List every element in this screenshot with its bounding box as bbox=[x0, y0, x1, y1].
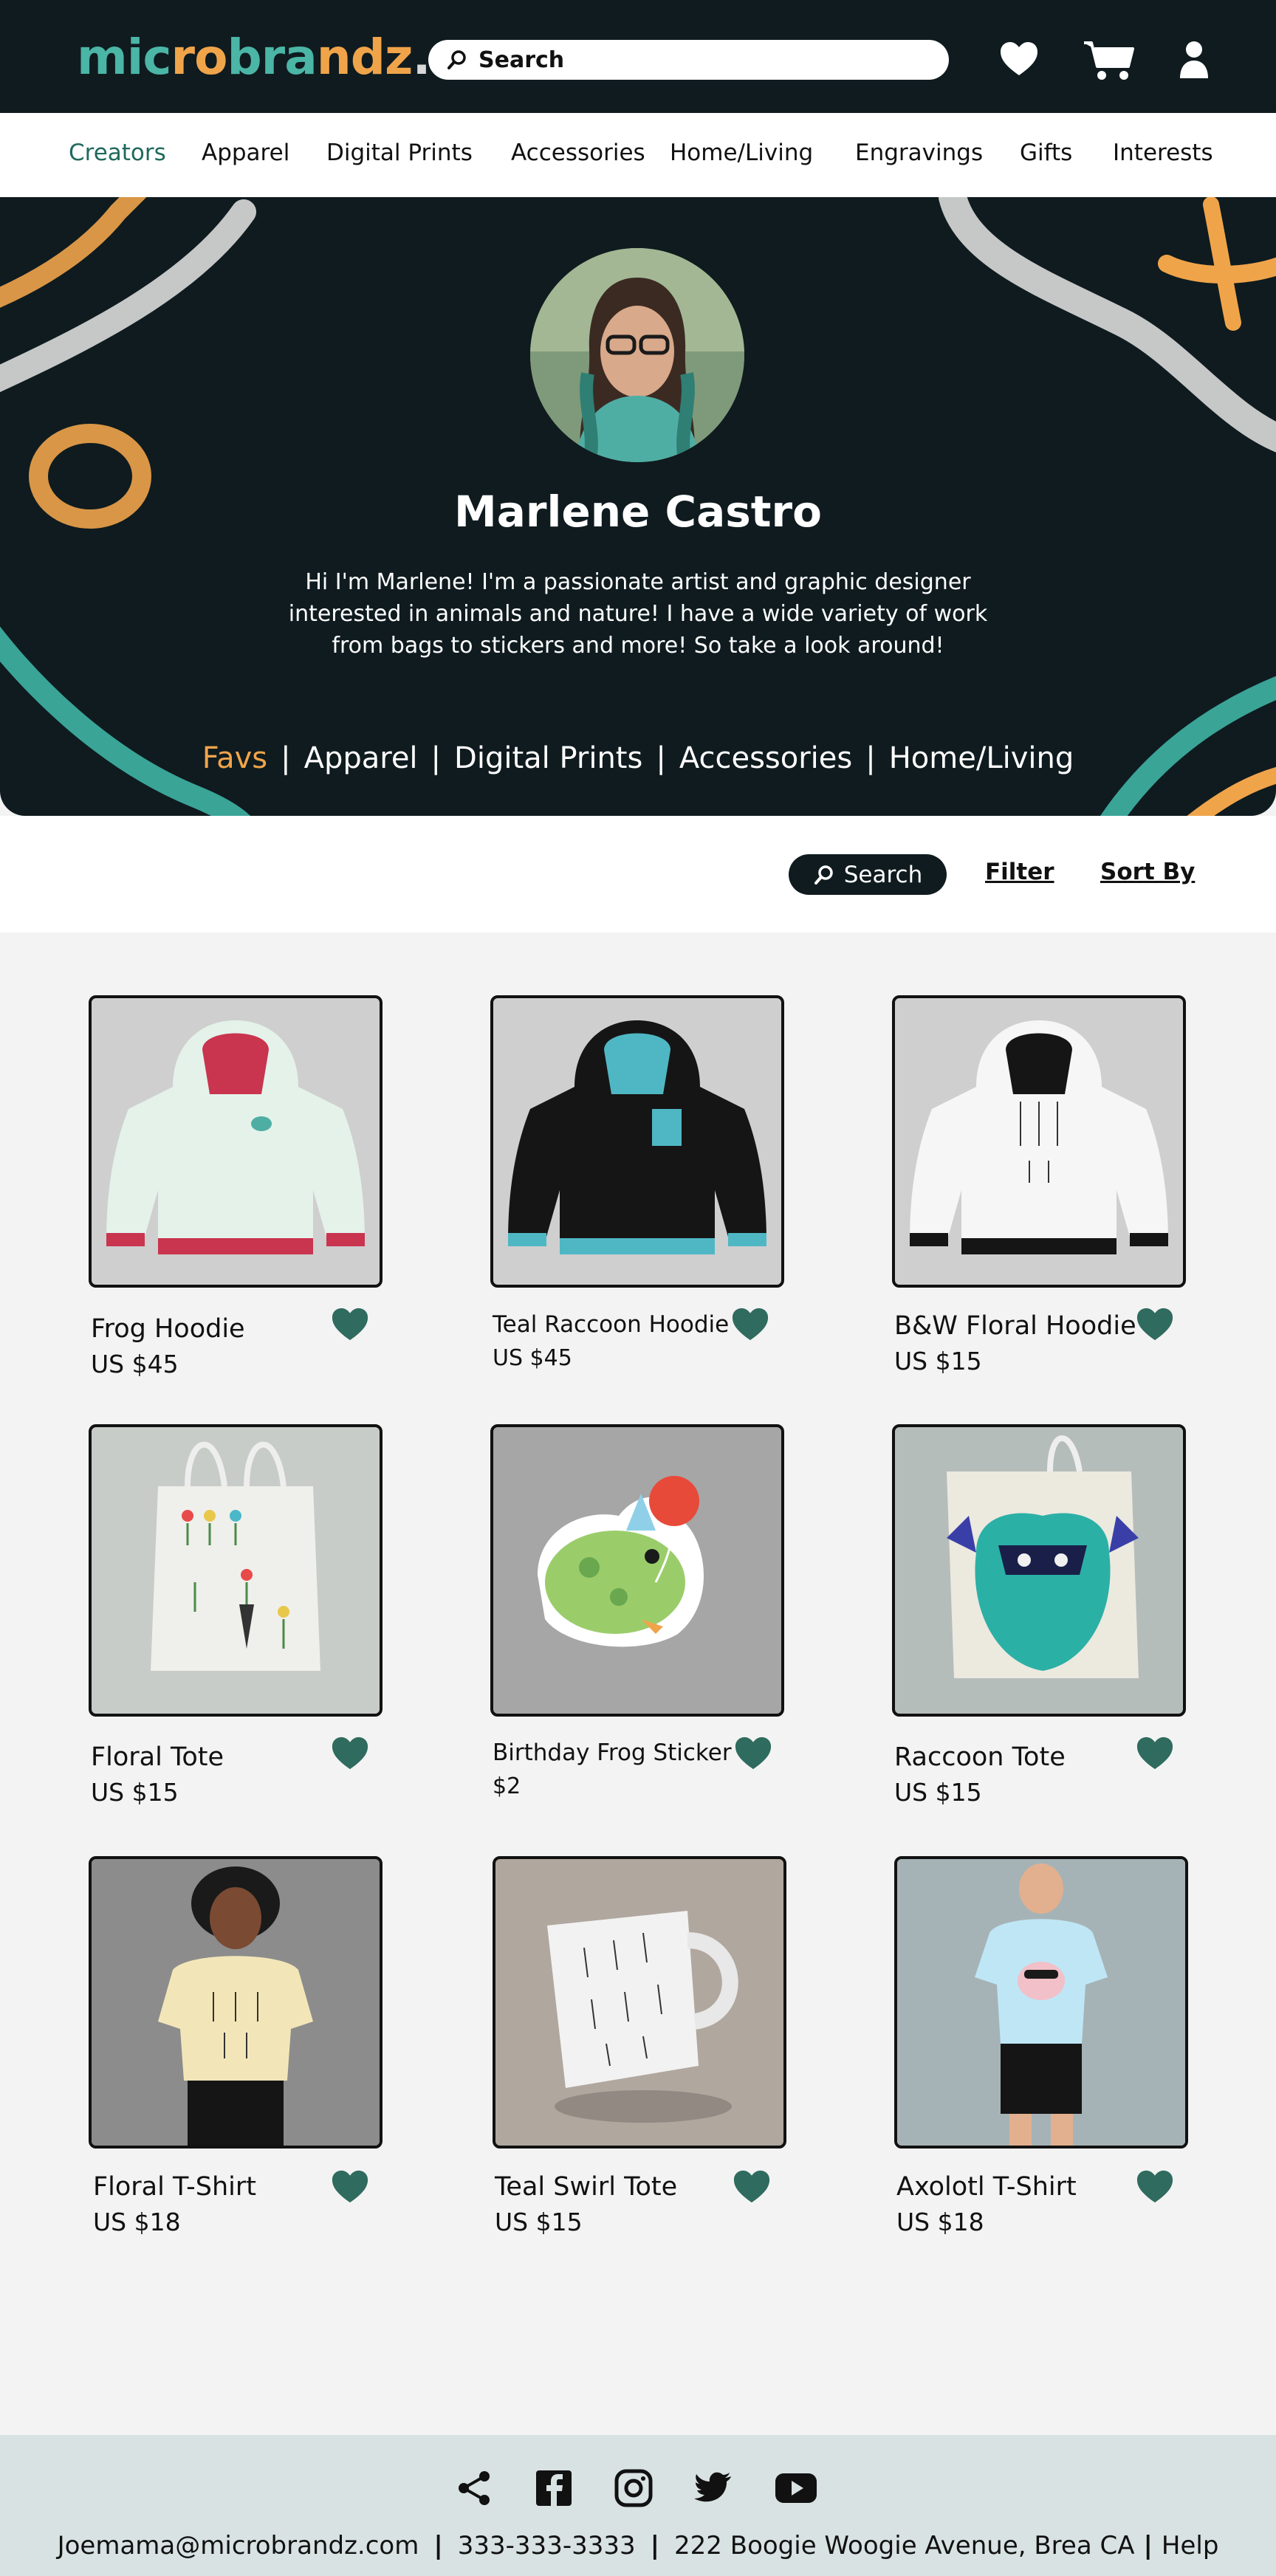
product-price: US $18 bbox=[93, 2208, 181, 2236]
main-nav: Creators Apparel Digital Prints Accessor… bbox=[0, 113, 1276, 197]
search-label: Search bbox=[478, 47, 565, 73]
nav-item-accessories[interactable]: Accessories bbox=[511, 140, 645, 166]
help-link[interactable]: Help bbox=[1162, 2531, 1219, 2560]
nav-item-gifts[interactable]: Gifts bbox=[1020, 140, 1072, 166]
share-icon[interactable] bbox=[455, 2469, 493, 2507]
nav-item-engravings[interactable]: Engravings bbox=[855, 140, 983, 166]
nav-item-home-living[interactable]: Home/Living bbox=[670, 140, 813, 166]
creator-category-tabs: Favs | Apparel | Digital Prints | Accessories |… bbox=[0, 741, 1276, 775]
product-price: US $45 bbox=[493, 1345, 572, 1371]
contact-separator: | bbox=[1143, 2531, 1153, 2560]
product-name[interactable]: Floral Tote bbox=[91, 1742, 224, 1772]
favorite-heart-icon[interactable] bbox=[734, 1736, 772, 1771]
product-name[interactable]: Axolotl T-Shirt bbox=[896, 2172, 1077, 2202]
footer: Joemama@microbrandz.com | 333-333-3333 | 222… bbox=[0, 2435, 1276, 2576]
nav-item-digital-prints[interactable]: Digital Prints bbox=[326, 140, 473, 166]
logo[interactable]: microbrandz. bbox=[77, 28, 431, 87]
search-bar[interactable]: Search bbox=[428, 40, 949, 80]
creator-bio: Hi I'm Marlene! I'm a passionate artist … bbox=[288, 569, 988, 659]
product-price: US $15 bbox=[495, 2208, 583, 2236]
cart-icon[interactable] bbox=[1083, 40, 1136, 81]
contact-info: Joemama@microbrandz.com | 333-333-3333 | 222… bbox=[0, 2531, 1276, 2560]
tab-separator: | bbox=[656, 741, 666, 775]
product-price: US $45 bbox=[91, 1350, 179, 1378]
product-name[interactable]: Floral T-Shirt bbox=[93, 2172, 256, 2202]
nav-item-interests[interactable]: Interests bbox=[1113, 140, 1213, 166]
product-price: US $15 bbox=[894, 1347, 982, 1375]
product-image-teal-raccoon-hoodie[interactable] bbox=[490, 995, 784, 1288]
favorite-heart-icon[interactable] bbox=[731, 1307, 769, 1342]
sort-by-link[interactable]: Sort By bbox=[1100, 859, 1195, 885]
favorite-heart-icon[interactable] bbox=[1136, 1736, 1174, 1771]
contact-address: 222 Boogie Woogie Avenue, Brea CA bbox=[674, 2531, 1135, 2560]
favorite-heart-icon[interactable] bbox=[331, 1736, 369, 1771]
tab-separator: | bbox=[431, 741, 442, 775]
creator-search-button[interactable]: Search bbox=[789, 854, 947, 895]
tab-accessories[interactable]: Accessories bbox=[670, 741, 861, 775]
logo-part: ndz bbox=[316, 29, 414, 86]
favorite-heart-icon[interactable] bbox=[331, 1307, 369, 1342]
product-image-bw-floral-hoodie[interactable] bbox=[892, 995, 1186, 1288]
product-toolbar: Search Filter Sort By bbox=[0, 816, 1276, 932]
product-image-axolotl-tshirt[interactable] bbox=[894, 1856, 1188, 2149]
product-image-floral-tote[interactable] bbox=[89, 1424, 383, 1717]
product-image-floral-tshirt[interactable] bbox=[89, 1856, 383, 2149]
filter-link[interactable]: Filter bbox=[985, 859, 1054, 885]
nav-item-apparel[interactable]: Apparel bbox=[202, 140, 289, 166]
wishlist-heart-icon[interactable] bbox=[998, 40, 1040, 78]
product-name[interactable]: Teal Swirl Tote bbox=[495, 2172, 677, 2202]
product-name[interactable]: Birthday Frog Sticker bbox=[493, 1739, 732, 1766]
instagram-icon[interactable] bbox=[614, 2469, 653, 2507]
top-bar: microbrandz. Search bbox=[0, 0, 1276, 113]
favorite-heart-icon[interactable] bbox=[1136, 1307, 1174, 1342]
product-image-birthday-frog-sticker[interactable] bbox=[490, 1424, 784, 1717]
product-image-teal-swirl-tote[interactable] bbox=[493, 1856, 786, 2149]
contact-separator: | bbox=[650, 2531, 660, 2560]
logo-part: ro bbox=[171, 29, 228, 86]
search-icon bbox=[447, 50, 466, 69]
tab-digital-prints[interactable]: Digital Prints bbox=[445, 741, 651, 775]
tab-separator: | bbox=[281, 741, 291, 775]
product-image-frog-hoodie[interactable] bbox=[89, 995, 383, 1288]
contact-email[interactable]: Joemama@microbrandz.com bbox=[58, 2531, 419, 2560]
product-name[interactable]: Raccoon Tote bbox=[894, 1742, 1066, 1772]
contact-separator: | bbox=[433, 2531, 443, 2560]
product-price: US $15 bbox=[894, 1778, 982, 1807]
search-icon bbox=[814, 865, 833, 885]
product-name[interactable]: Frog Hoodie bbox=[91, 1314, 245, 1344]
product-price: $2 bbox=[493, 1773, 521, 1799]
contact-phone[interactable]: 333-333-3333 bbox=[458, 2531, 636, 2560]
tab-home-living[interactable]: Home/Living bbox=[880, 741, 1083, 775]
logo-part: . bbox=[412, 29, 431, 86]
creator-name: Marlene Castro bbox=[454, 487, 822, 537]
product-name[interactable]: Teal Raccoon Hoodie bbox=[493, 1311, 729, 1338]
creator-avatar bbox=[530, 248, 744, 462]
logo-part: mic bbox=[77, 29, 172, 86]
youtube-icon[interactable] bbox=[774, 2469, 818, 2507]
product-image-raccoon-tote[interactable] bbox=[892, 1424, 1186, 1717]
creator-profile-banner: Marlene Castro Hi I'm Marlene! I'm a pas… bbox=[0, 197, 1276, 816]
product-name[interactable]: B&W Floral Hoodie bbox=[894, 1311, 1136, 1341]
tab-separator: | bbox=[865, 741, 876, 775]
tab-favs[interactable]: Favs bbox=[193, 741, 276, 775]
nav-item-creators[interactable]: Creators bbox=[69, 140, 166, 166]
product-price: US $18 bbox=[896, 2208, 984, 2236]
twitter-icon[interactable] bbox=[694, 2469, 733, 2507]
favorite-heart-icon[interactable] bbox=[733, 2169, 771, 2205]
search-label: Search bbox=[843, 861, 923, 888]
facebook-icon[interactable] bbox=[535, 2469, 573, 2507]
favorite-heart-icon[interactable] bbox=[331, 2169, 369, 2205]
user-account-icon[interactable] bbox=[1179, 40, 1210, 80]
favorite-heart-icon[interactable] bbox=[1136, 2169, 1174, 2205]
tab-apparel[interactable]: Apparel bbox=[295, 741, 427, 775]
product-price: US $15 bbox=[91, 1778, 179, 1807]
logo-part: bra bbox=[227, 29, 317, 86]
